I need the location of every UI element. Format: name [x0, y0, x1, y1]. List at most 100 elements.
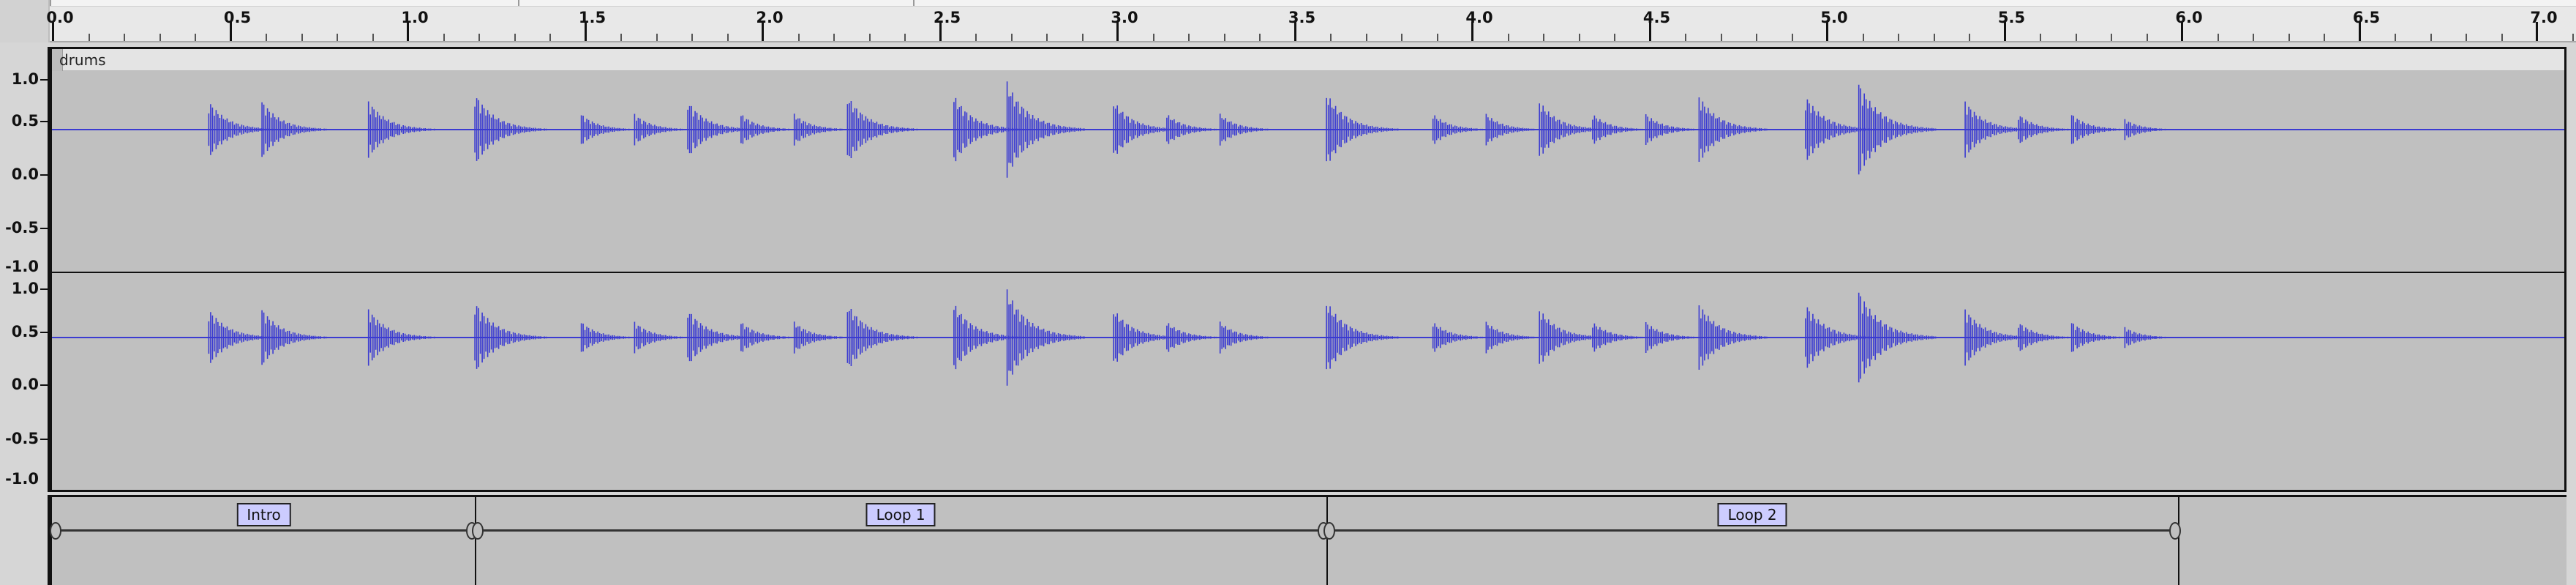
- label-loop-2[interactable]: Loop 2: [1717, 503, 1787, 526]
- drum-hit: [1592, 115, 1652, 144]
- waveform-view[interactable]: drums: [50, 47, 2566, 492]
- label-range-handle[interactable]: [472, 522, 484, 540]
- drum-hit: [1219, 321, 1280, 354]
- ruler-tick-label: 0.5: [223, 9, 252, 26]
- ruler-minor-tick: [514, 34, 516, 41]
- label-range-line[interactable]: [59, 529, 470, 532]
- drum-hit: [1006, 81, 1085, 178]
- ruler-minor-tick: [2430, 34, 2432, 41]
- drum-hit: [793, 113, 854, 146]
- drum-hit: [2018, 324, 2078, 351]
- ruler-minor-tick: [1933, 34, 1935, 41]
- label-range-line[interactable]: [1332, 529, 2173, 532]
- ruler-minor-tick: [124, 34, 125, 41]
- scale-label: 0.5: [11, 323, 39, 340]
- drum-hit: [846, 101, 918, 158]
- ruler-minor-tick: [1223, 34, 1225, 41]
- ruler-minor-tick: [833, 34, 835, 41]
- drum-hit: [1166, 115, 1226, 144]
- ruler-minor-tick: [372, 34, 374, 41]
- ruler-minor-tick: [1259, 34, 1261, 41]
- ruler-minor-tick: [1898, 34, 1899, 41]
- ruler-minor-tick: [1969, 34, 1970, 41]
- scale-label: 0.0: [11, 376, 39, 393]
- ruler-minor-tick: [1330, 34, 1332, 41]
- ruler-minor-tick: [1685, 34, 1686, 41]
- ruler-tick-label: 7.0: [2530, 9, 2558, 26]
- drum-hit: [1485, 321, 1546, 354]
- label-track[interactable]: Intro Loop 1 Loop 2: [0, 495, 2576, 585]
- label-range-line[interactable]: [481, 529, 1321, 532]
- scale-label: 1.0: [11, 70, 39, 88]
- drum-hit: [580, 115, 641, 144]
- drum-hit: [1858, 292, 1937, 383]
- drum-hit: [1219, 113, 1280, 146]
- label-boundary[interactable]: [2178, 497, 2180, 585]
- drum-hit: [634, 321, 694, 354]
- drum-hit: [1006, 289, 1085, 386]
- ruler-minor-tick: [2501, 34, 2503, 41]
- ruler-minor-tick: [1401, 34, 1402, 41]
- ruler-minor-tick: [1614, 34, 1615, 41]
- ruler-minor-tick: [1720, 34, 1722, 41]
- ruler-minor-tick: [2146, 34, 2148, 41]
- label-boundary[interactable]: [475, 497, 477, 585]
- ruler-minor-tick: [2466, 34, 2467, 41]
- ruler-minor-tick: [2111, 34, 2112, 41]
- ruler-tick-label: 4.0: [1465, 9, 1493, 26]
- ruler-minor-tick: [868, 34, 871, 41]
- ruler-tick-label: 1.0: [401, 9, 429, 26]
- ruler-minor-tick: [1756, 34, 1757, 41]
- ruler-minor-tick: [1152, 34, 1154, 41]
- label-range-handle[interactable]: [1323, 522, 1336, 540]
- drum-hit: [1698, 305, 1770, 370]
- ruler-tick-label: 3.0: [1111, 9, 1138, 26]
- label-area[interactable]: Intro Loop 1 Loop 2: [50, 495, 2566, 585]
- label-intro[interactable]: Intro: [236, 503, 291, 526]
- timeline-ruler[interactable]: 0.0 0.5 1.0 1.5 2.0 2.5 3.0 3.5 4.0 4.5 5.0 5.5 6.0 6…: [0, 0, 2576, 42]
- ruler-tick-label: 6.0: [2175, 9, 2203, 26]
- ruler-minor-tick: [2572, 34, 2574, 41]
- drum-hit: [634, 113, 694, 146]
- drum-hit: [1645, 322, 1705, 353]
- scale-label: -0.5: [5, 430, 39, 447]
- audio-track[interactable]: 1.0 0.5 0.0 -0.5 -1.0 1.0 0.5 0.0 -0.5 -…: [0, 47, 2576, 492]
- ruler-minor-tick: [1081, 34, 1084, 41]
- ruler-minor-tick: [1046, 34, 1048, 41]
- ruler-tick-label: 5.0: [1820, 9, 1848, 26]
- ruler-minor-tick: [2040, 34, 2041, 41]
- label-range-handle[interactable]: [50, 522, 61, 540]
- ruler-left-margin: [0, 0, 50, 42]
- ruler-minor-tick: [1862, 34, 1864, 41]
- amplitude-ruler: 1.0 0.5 0.0 -0.5 -1.0 1.0 0.5 0.0 -0.5 -…: [0, 47, 50, 492]
- label-loop-1[interactable]: Loop 1: [865, 503, 936, 526]
- ruler-tick-label: 2.0: [756, 9, 784, 26]
- ruler-minor-tick: [88, 34, 90, 41]
- ruler-minor-tick: [691, 34, 693, 41]
- drum-hit: [846, 309, 918, 366]
- ruler-minor-tick: [443, 34, 445, 41]
- label-range-handle[interactable]: [2169, 522, 2182, 540]
- ruler-tick-label: 1.5: [578, 9, 607, 26]
- ruler-minor-tick: [1578, 34, 1580, 41]
- drum-hit: [2070, 323, 2131, 352]
- scale-label: 1.0: [11, 280, 39, 297]
- drum-hit: [580, 323, 641, 352]
- drum-hit: [1858, 84, 1937, 175]
- drum-hit: [1432, 115, 1492, 144]
- ruler-minor-tick: [656, 34, 658, 41]
- scale-label: 0.0: [11, 165, 39, 183]
- ruler-minor-tick: [2395, 34, 2396, 41]
- ruler-tick-label: 6.5: [2352, 9, 2381, 26]
- ruler-minor-tick: [301, 34, 303, 41]
- ruler-minor-tick: [2217, 34, 2219, 41]
- ruler-minor-tick: [1507, 34, 1509, 41]
- label-track-left-margin: [0, 495, 50, 585]
- ruler-tick-label: 4.5: [1642, 9, 1671, 26]
- scale-label: -1.0: [5, 258, 39, 275]
- waveform-graph: [52, 81, 2564, 386]
- ruler-tick-label: 5.5: [1997, 9, 2026, 26]
- label-boundary[interactable]: [1326, 497, 1329, 585]
- ruler-minor-tick: [266, 34, 267, 41]
- ruler-minor-tick: [478, 34, 480, 41]
